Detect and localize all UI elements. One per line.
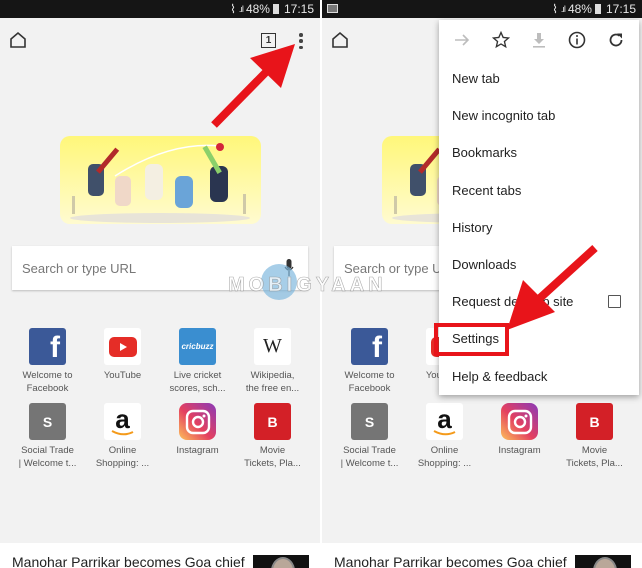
menu-item-bookmarks[interactable]: Bookmarks [439,134,639,171]
more-menu-button[interactable] [295,31,307,51]
menu-icon-row [439,20,639,60]
tile-label: Instagram [498,445,541,456]
wikipedia-icon: W [254,328,291,365]
tile-label: Movie Tickets, Pla... [566,445,623,469]
info-icon[interactable] [567,30,587,50]
menu-item-label: Help & feedback [452,368,548,384]
status-bar: ⌇ .ıl 48% 17:15 [322,0,642,18]
facebook-icon: f [29,328,66,365]
tile-label: Online Shopping: ... [95,445,150,469]
search-placeholder: Search or type URL [22,260,137,276]
menu-item-label: Recent tabs [452,182,522,198]
tile-instagram[interactable]: Instagram [482,403,557,470]
wifi-icon: ⌇ [230,2,236,16]
tile-bookmyshow[interactable]: B Movie Tickets, Pla... [557,403,632,470]
tile-label: Live cricket scores, sch... [169,370,226,394]
menu-item-help-feedback[interactable]: Help & feedback [439,358,639,395]
reload-icon[interactable] [606,30,626,50]
tile-label: Instagram [176,445,219,456]
letter-s-icon: S [351,403,388,440]
most-visited-tiles: f Welcome to Facebook YouTube cricbuzz L… [10,328,310,470]
search-input[interactable]: Search or type URL [12,246,308,290]
chrome-new-tab-screen: ⌇ .ıl 48% 17:15 1 Search or type URL f W… [0,0,320,568]
tile-instagram[interactable]: Instagram [160,403,235,470]
menu-item-new-tab[interactable]: New tab [439,60,639,97]
browser-toolbar: 1 [0,18,320,64]
tile-social-trade[interactable]: S Social Trade | Welcome t... [332,403,407,470]
signal-icon: .ıl [560,4,566,14]
google-doodle[interactable] [60,136,261,224]
menu-item-label: History [452,219,493,235]
tile-label: Online Shopping: ... [417,445,472,469]
news-title: Manohar Parrikar becomes Goa chief [334,554,567,568]
bookmark-star-icon[interactable] [491,30,511,50]
letter-s-icon: S [29,403,66,440]
menu-item-history[interactable]: History [439,209,639,246]
tile-label: YouTube [103,370,142,381]
tile-label: Movie Tickets, Pla... [244,445,301,469]
chrome-overflow-menu: New tab New incognito tab Bookmarks Rece… [439,20,639,395]
battery-icon [272,4,279,14]
tile-label: Welcome to Facebook [344,370,395,394]
microphone-icon[interactable] [284,258,294,278]
clock: 17:15 [605,2,636,16]
tile-cricbuzz[interactable]: cricbuzz Live cricket scores, sch... [160,328,235,395]
tile-amazon[interactable]: a Online Shopping: ... [407,403,482,470]
home-icon[interactable] [8,30,28,50]
tile-social-trade[interactable]: S Social Trade | Welcome t... [10,403,85,470]
menu-item-new-incognito-tab[interactable]: New incognito tab [439,97,639,134]
wifi-icon: ⌇ [552,2,558,16]
tile-youtube[interactable]: YouTube [85,328,160,395]
news-thumbnail [253,555,309,568]
tile-bookmyshow[interactable]: B Movie Tickets, Pla... [235,403,310,470]
download-icon[interactable] [529,30,549,50]
tile-wikipedia[interactable]: W Wikipedia, the free en... [235,328,310,395]
clock: 17:15 [283,2,314,16]
letter-b-icon: B [576,403,613,440]
tile-facebook[interactable]: f Welcome to Facebook [332,328,407,395]
facebook-icon: f [351,328,388,365]
tile-label: Wikipedia, the free en... [245,370,300,394]
menu-item-recent-tabs[interactable]: Recent tabs [439,172,639,209]
battery-icon [594,4,601,14]
tile-facebook[interactable]: f Welcome to Facebook [10,328,85,395]
menu-item-downloads[interactable]: Downloads [439,246,639,283]
tile-label: Welcome to Facebook [22,370,73,394]
news-card[interactable]: Manohar Parrikar becomes Goa chief [322,543,642,568]
menu-item-label: Request desktop site [452,294,574,310]
letter-b-icon: B [254,403,291,440]
instagram-icon [501,403,538,440]
menu-item-label: Downloads [452,257,517,273]
menu-item-settings[interactable]: Settings [439,320,639,357]
news-card[interactable]: Manohar Parrikar becomes Goa chief [0,543,320,568]
chrome-menu-open-screen: ⌇ .ıl 48% 17:15 Search or type URL f Wel [322,0,642,568]
news-title: Manohar Parrikar becomes Goa chief [12,554,245,568]
home-icon[interactable] [330,30,350,50]
news-thumbnail [575,555,631,568]
battery-percent: 48% [245,2,270,16]
tile-label: Social Trade | Welcome t... [340,445,399,469]
screenshot-comparison: ⌇ .ıl 48% 17:15 1 Search or type URL f W… [0,0,642,568]
instagram-icon [179,403,216,440]
menu-item-request-desktop-site[interactable]: Request desktop site [439,283,639,320]
request-desktop-checkbox[interactable] [608,295,621,309]
tab-switcher-button[interactable]: 1 [261,33,276,48]
amazon-icon: a [104,403,141,440]
amazon-glyph: a [115,403,130,434]
status-bar: ⌇ .ıl 48% 17:15 [0,0,320,18]
gallery-notification-icon [327,4,338,13]
forward-icon[interactable] [452,30,472,50]
menu-item-label: New tab [452,71,500,87]
amazon-icon: a [426,403,463,440]
signal-icon: .ıl [238,4,244,14]
menu-item-label: New incognito tab [452,108,556,124]
cricbuzz-icon: cricbuzz [179,328,216,365]
tile-label: Social Trade | Welcome t... [18,445,77,469]
battery-percent: 48% [567,2,592,16]
youtube-icon [104,328,141,365]
menu-item-label: Settings [452,331,499,347]
menu-item-label: Bookmarks [452,145,518,161]
amazon-glyph: a [437,403,452,434]
tile-amazon[interactable]: a Online Shopping: ... [85,403,160,470]
